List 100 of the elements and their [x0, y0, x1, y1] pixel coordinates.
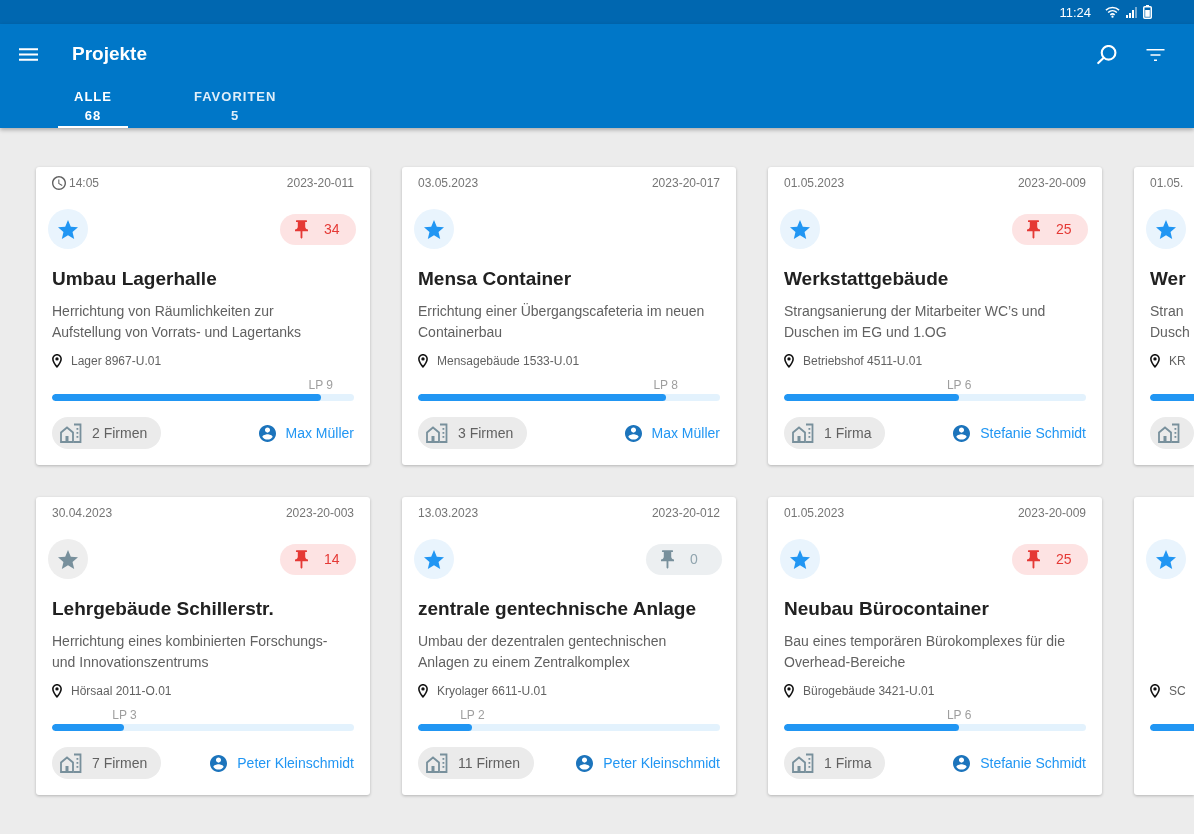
project-number: 2023-20-017	[651, 176, 720, 190]
manager-link[interactable]: Stefanie Schmidt	[953, 754, 1086, 772]
star-icon	[1156, 219, 1176, 239]
card-date: 30.04.2023	[52, 506, 113, 520]
pushpin-icon	[661, 549, 674, 569]
project-card[interactable]: SC	[1134, 497, 1194, 795]
project-number: 2023-20-011	[286, 176, 354, 190]
buildings-icon	[426, 752, 448, 774]
phase-label: LP 8	[653, 378, 678, 392]
favorite-button[interactable]	[1146, 209, 1186, 249]
project-title: zentrale gentechnische Anlage	[418, 597, 697, 621]
project-number: 2023-20-003	[285, 506, 354, 520]
project-description: Strangsanierung der Mitarbeiter WC’s und Duschen im EG und 1.OG	[784, 302, 1047, 342]
phase-label: LP 3	[112, 708, 137, 722]
project-card[interactable]: 13.03.2023 2023-20-012 0 zentrale gentechnische Anlage Umbau der dezentralen gentechnischen Anlagen zu einem Zentralkomplex Kryolager 6611-U.01 LP 2 11 Firmen Peter Kleinschmidt	[402, 497, 736, 795]
pin-count: 25	[1056, 551, 1072, 567]
menu-icon	[18, 47, 38, 61]
star-icon	[424, 219, 444, 239]
project-location: Lager 8967-U.01	[71, 354, 162, 368]
pushpin-icon	[1027, 219, 1040, 239]
location-pin-icon	[52, 684, 62, 698]
favorite-button[interactable]	[414, 209, 454, 249]
search-icon	[1097, 45, 1117, 65]
pin-count: 0	[690, 551, 698, 567]
project-title: Mensa Container	[418, 267, 572, 291]
phase-label: LP 6	[946, 708, 972, 722]
project-card[interactable]: 03.05.2023 2023-20-017 Mensa Container Errichtung einer Übergangscafeteria im neuen Containerbau Mensagebäude 1533-U.01 LP 8 3 Firmen Max Müller	[402, 167, 736, 465]
person-icon	[258, 424, 276, 442]
location-pin-icon	[1150, 354, 1160, 368]
card-time: 14:05	[69, 176, 100, 190]
project-number: 2023-20-009	[1017, 506, 1086, 520]
project-card[interactable]: 01.05.2023 2023-20-009 25 Neubau Bürocontainer Bau eines temporären Bürokomplexes für die Overhead-Bereiche Bürogebäude 3421-U.01 LP 6 1 Firma Stefanie Schmidt	[768, 497, 1102, 795]
buildings-icon	[426, 422, 448, 444]
firms-chip[interactable]: 1 Firma	[784, 747, 886, 779]
favorite-button[interactable]	[780, 539, 820, 579]
battery-icon	[1143, 5, 1152, 19]
card-date: 03.05.2023	[418, 176, 479, 190]
project-location: Hörsaal 2011-O.01	[71, 684, 172, 698]
project-description: Herrichtung von Räumlichkeiten zur Aufstellung von Vorrats- und Lagertanks	[52, 302, 303, 342]
buildings-icon	[792, 422, 814, 444]
project-title: Umbau Lagerhalle	[52, 267, 217, 291]
firms-chip[interactable]: 3 Firmen	[418, 417, 528, 449]
clock-icon	[52, 176, 66, 190]
project-location: KR	[1169, 354, 1186, 368]
firms-chip[interactable]	[1150, 417, 1194, 449]
firms-chip[interactable]: 2 Firmen	[52, 417, 162, 449]
project-card[interactable]: 14:05 2023-20-011 34 Umbau Lagerhalle Herrichtung von Räumlichkeiten zur Aufstellung von Vorrats- und Lagertanks Lager 8967-U.01 LP 9 2 Firmen Max Müller	[36, 167, 370, 465]
location-pin-icon	[784, 684, 794, 698]
location-pin-icon	[1150, 684, 1160, 698]
card-date: 01.05.2023	[784, 506, 845, 520]
favorite-button[interactable]	[48, 539, 88, 579]
project-card[interactable]: 01.05.2023 2023-20-009 25 Werkstattgebäude Strangsanierung der Mitarbeiter WC’s und Duschen im EG und 1.OG Betriebshof 4511-U.01 LP 6 1 Firma Stefanie Schmidt	[768, 167, 1102, 465]
buildings-icon	[1158, 422, 1180, 444]
location-pin-icon	[52, 354, 62, 368]
project-description: Bau eines temporären Bürokomplexes für die Overhead-Bereiche	[784, 632, 1066, 672]
star-icon	[58, 549, 78, 569]
project-description: Herrichtung eines kombinierten Forschungs- und Innovationszentrums	[52, 632, 329, 672]
buildings-icon	[60, 422, 82, 444]
project-description: Errichtung einer Übergangscafeteria im neuen Containerbau	[418, 302, 706, 342]
location-pin-icon	[418, 684, 428, 698]
project-description: Umbau der dezentralen gentechnischen Anlagen zu einem Zentralkomplex	[418, 632, 668, 672]
star-icon	[1156, 549, 1176, 569]
project-description: Stran Dusch	[1150, 302, 1190, 342]
card-date: 01.05.	[1150, 176, 1184, 190]
location-pin-icon	[784, 354, 794, 368]
person-icon	[953, 424, 971, 442]
star-icon	[790, 549, 810, 569]
card-date: 13.03.2023	[418, 506, 479, 520]
project-card[interactable]: 30.04.2023 2023-20-003 14 Lehrgebäude Schillerstr. Herrichtung eines kombinierten Forschungs- und Innovationszentrums Hörsaal 2011-O.01 LP 3 7 Firmen Peter Kleinschmidt	[36, 497, 370, 795]
card-date: 01.05.2023	[784, 176, 845, 190]
project-title: Neubau Bürocontainer	[784, 597, 989, 621]
pushpin-icon	[295, 549, 308, 569]
project-title: Wer	[1150, 267, 1186, 291]
firms-chip[interactable]: 1 Firma	[784, 417, 886, 449]
tab[interactable]: FAVORITEN 5	[177, 84, 293, 128]
favorite-button[interactable]	[414, 539, 454, 579]
manager-link[interactable]: Peter Kleinschmidt	[576, 754, 720, 772]
pin-count: 25	[1056, 221, 1072, 237]
signal-icon	[1126, 6, 1137, 18]
pushpin-icon	[1027, 549, 1040, 569]
manager-link[interactable]: Peter Kleinschmidt	[210, 754, 354, 772]
project-location: SC	[1169, 684, 1186, 698]
project-location: Bürogebäude 3421-U.01	[803, 684, 935, 698]
favorite-button[interactable]	[1146, 539, 1186, 579]
project-location: Mensagebäude 1533-U.01	[437, 354, 580, 368]
favorite-button[interactable]	[780, 209, 820, 249]
wifi-icon	[1105, 6, 1120, 18]
project-title: Werkstattgebäude	[784, 267, 949, 291]
manager-link[interactable]: Max Müller	[258, 424, 354, 442]
project-card[interactable]: 01.05. Wer Stran Dusch KR	[1134, 167, 1194, 465]
tab[interactable]: ALLE 68	[58, 84, 128, 128]
firms-chip[interactable]: 11 Firmen	[418, 747, 534, 779]
firms-chip[interactable]: 7 Firmen	[52, 747, 162, 779]
buildings-icon	[60, 752, 82, 774]
manager-link[interactable]: Max Müller	[624, 424, 720, 442]
person-icon	[576, 754, 594, 772]
manager-link[interactable]: Stefanie Schmidt	[953, 424, 1086, 442]
person-icon	[953, 754, 971, 772]
project-location: Kryolager 6611-U.01	[437, 684, 547, 698]
favorite-button[interactable]	[48, 209, 88, 249]
